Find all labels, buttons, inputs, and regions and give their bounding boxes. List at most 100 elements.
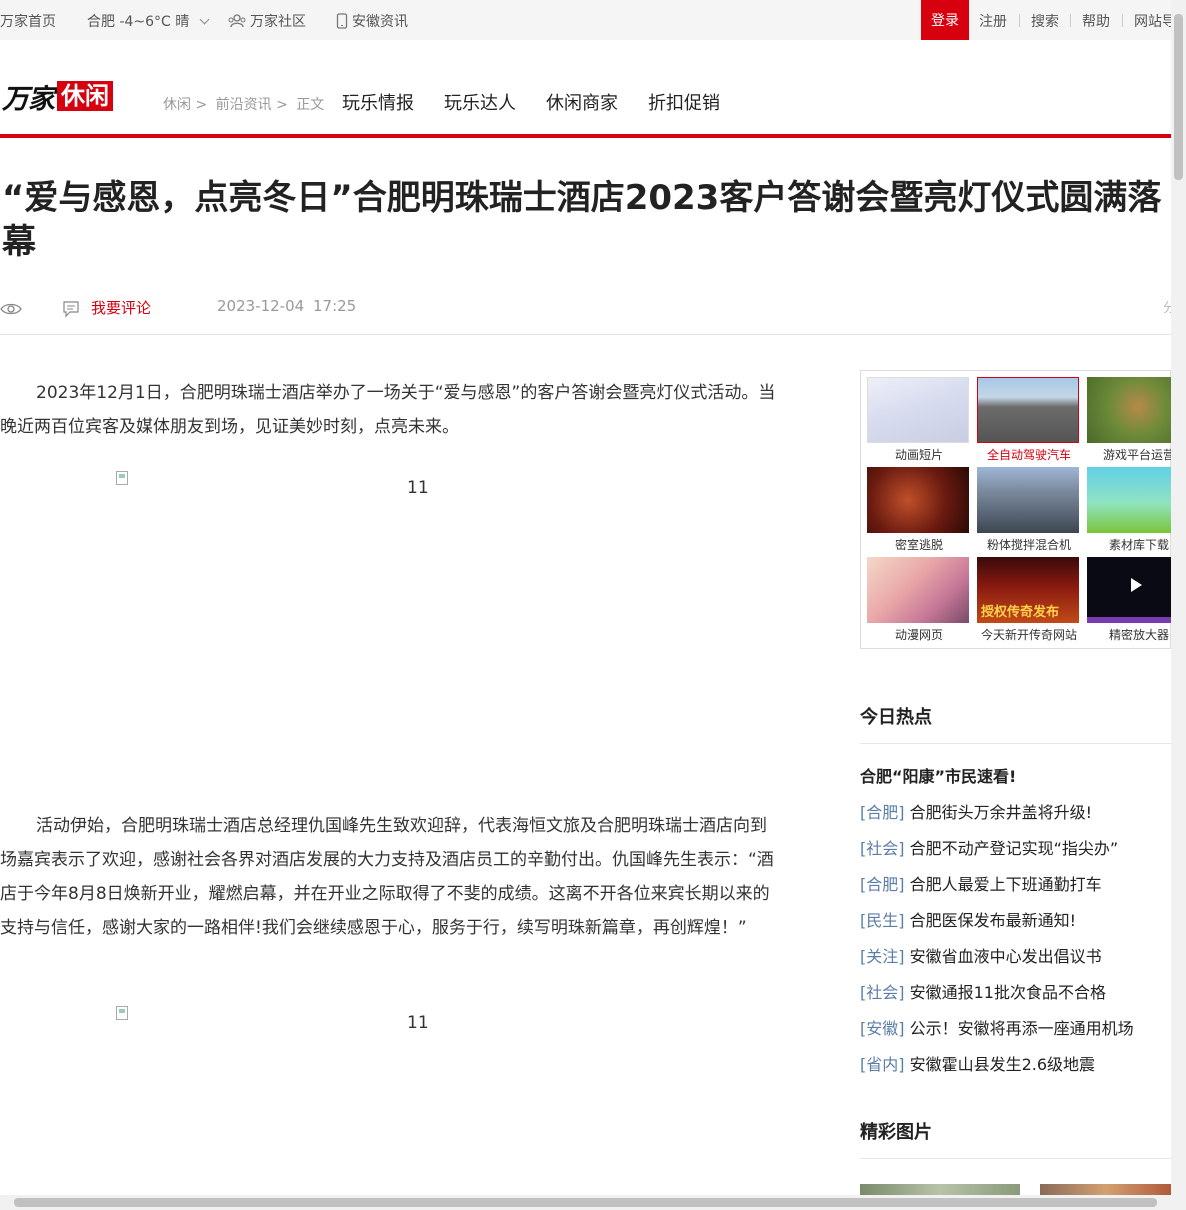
breadcrumb-separator: > [195,97,208,113]
nav-item[interactable]: 休闲商家 [546,89,618,115]
breadcrumb-item[interactable]: 前沿资讯 [216,97,272,113]
comment-link[interactable]: 我要评论 [91,297,151,318]
ad-image [867,467,969,533]
breadcrumb-separator: > [276,97,288,113]
ad-tile[interactable]: 密室逃脱 [867,467,971,553]
gallery-image[interactable] [860,1184,1020,1195]
ad-caption: 动漫网页 [894,628,943,642]
hot-item-tag: [合肥] [860,803,905,822]
play-icon [1131,578,1142,592]
hot-item-tag: [社会] [860,839,905,858]
news-label: 安徽资讯 [352,14,408,30]
hot-item-tag: [民生] [860,911,905,930]
hot-item[interactable]: [社会] 合肥不动产登记实现“指尖办” [860,835,1118,859]
chevron-down-icon [199,14,210,24]
image-alt-text: 11 [407,478,429,498]
hot-heading: 今日热点 [860,707,932,728]
nav-item[interactable]: 折扣促销 [648,89,720,115]
hot-item[interactable]: [合肥] 合肥街头万余井盖将升级! [860,799,1092,823]
hot-item-text: 安徽省血液中心发出倡议书 [909,947,1102,966]
eye-icon [0,303,22,315]
ad-image [867,557,969,623]
ad-tile[interactable]: 动画短片 [867,377,971,463]
publish-time: 17:25 [313,297,357,315]
hot-item[interactable]: [省内] 安徽霍山县发生2.6级地震 [860,1051,1095,1075]
broken-image-icon [116,471,128,485]
register-link[interactable]: 注册 [979,11,1007,31]
divider [1070,14,1071,27]
ad-image [867,377,969,443]
logo-tag: 休闲 [57,81,113,111]
ad-grid: 动画短片 全自动驾驶汽车 游戏平台运营 密室逃脱 粉体搅拌混合机 素材库下载 动… [860,370,1186,649]
hot-item-text: 安徽通报11批次食品不合格 [909,983,1106,1002]
hot-item-tag: [合肥] [860,875,905,894]
hot-item-text: 合肥医保发布最新通知! [909,911,1077,930]
hot-item[interactable]: [关注] 安徽省血液中心发出倡议书 [860,943,1102,967]
vertical-scroll-thumb[interactable] [1174,14,1183,180]
ad-tile[interactable]: 全自动驾驶汽车 [977,377,1081,463]
article-paragraph: 2023年12月1日，合肥明珠瑞士酒店举办了一场关于“爱与感恩”的客户答谢会暨亮… [0,383,776,437]
breadcrumb-current: 正文 [296,97,325,113]
community-label: 万家社区 [250,14,306,30]
header-divider [0,134,1171,138]
nav-item[interactable]: 玩乐达人 [444,89,516,115]
login-button[interactable]: 登录 [921,0,969,40]
top-bar: 万家首页 合肥 -4~6°C 晴 万家社区 安徽资讯 登录 注册 搜索 帮助 网… [0,0,1171,40]
ad-caption: 今天新开传奇网站 [980,628,1077,642]
hot-item-text: 公示！安徽将再添一座通用机场 [909,1019,1134,1038]
section-divider [860,743,1171,744]
nav-item[interactable]: 玩乐情报 [342,89,414,115]
hot-item[interactable]: [社会] 安徽通报11批次食品不合格 [860,979,1106,1003]
divider [1019,14,1020,27]
ad-tile[interactable]: 动漫网页 [867,557,971,643]
hot-item-text: 合肥不动产登记实现“指尖办” [909,839,1119,858]
comment-icon [63,301,79,318]
ad-tile[interactable]: 授权传奇发布 今天新开传奇网站 [977,557,1081,643]
community-icon [228,14,246,28]
help-link[interactable]: 帮助 [1082,11,1110,31]
hot-item-text: 合肥街头万余井盖将升级! [909,803,1093,822]
breadcrumb: 休闲 > 前沿资讯 > 正文 [163,94,328,114]
breadcrumb-item[interactable]: 休闲 [163,97,191,113]
hot-item-text: 安徽霍山县发生2.6级地震 [909,1055,1096,1074]
hot-item-text: 合肥人最爱上下班通勤打车 [909,875,1102,894]
ad-banner-text: 授权传奇发布 [981,605,1060,620]
section-divider [860,1158,1171,1159]
publish-date: 2023-12-04 [217,297,305,315]
sitemap-link[interactable]: 网站导 [1134,11,1171,31]
search-link[interactable]: 搜索 [1031,11,1059,31]
hot-item[interactable]: [合肥] 合肥人最爱上下班通勤打车 [860,871,1102,895]
hot-item[interactable]: [民生] 合肥医保发布最新通知! [860,907,1076,931]
hot-item-tag: [社会] [860,983,905,1002]
meta-divider [0,334,1171,335]
logo-text: 万家 [2,83,55,115]
weather-dropdown[interactable]: 合肥 -4~6°C 晴 [87,11,210,31]
community-link[interactable]: 万家社区 [228,11,306,31]
ad-caption: 密室逃脱 [894,538,943,552]
article-paragraph: 活动伊始，合肥明珠瑞士酒店总经理仇国峰先生致欢迎辞，代表海恒文旅及合肥明珠瑞士酒… [0,816,774,938]
ad-tile[interactable]: 粉体搅拌混合机 [977,467,1081,553]
ad-image [977,467,1079,533]
site-logo[interactable]: 万家 休闲 [2,80,113,115]
home-link[interactable]: 万家首页 [0,11,56,31]
hot-item-tag: [安徽] [860,1019,905,1038]
home-link-label: 万家首页 [0,14,56,30]
phone-icon [336,13,348,29]
divider [1122,14,1123,27]
ad-caption: 动画短片 [894,448,943,462]
ad-caption: 粉体搅拌混合机 [986,538,1071,552]
ad-caption: 全自动驾驶汽车 [986,448,1071,462]
article-title: “爱与感恩，点亮冬日”合肥明珠瑞士酒店2023客户答谢会暨亮灯仪式圆满落幕 [2,178,1162,262]
news-link[interactable]: 安徽资讯 [336,11,408,31]
horizontal-scroll-thumb[interactable] [14,1198,1157,1207]
weather-text: 合肥 -4~6°C 晴 [87,14,190,30]
image-alt-text: 11 [407,1013,429,1033]
hot-item-tag: [关注] [860,947,905,966]
broken-image-icon [116,1006,128,1020]
gallery-heading: 精彩图片 [860,1122,932,1143]
hot-item[interactable]: [安徽] 公示！安徽将再添一座通用机场 [860,1015,1134,1039]
hot-lead-link[interactable]: 合肥“阳康”市民速看! [860,763,1016,787]
ad-image: 授权传奇发布 [977,557,1079,623]
share-button[interactable]: 分 [1163,297,1171,316]
gallery-image[interactable] [1040,1184,1171,1195]
